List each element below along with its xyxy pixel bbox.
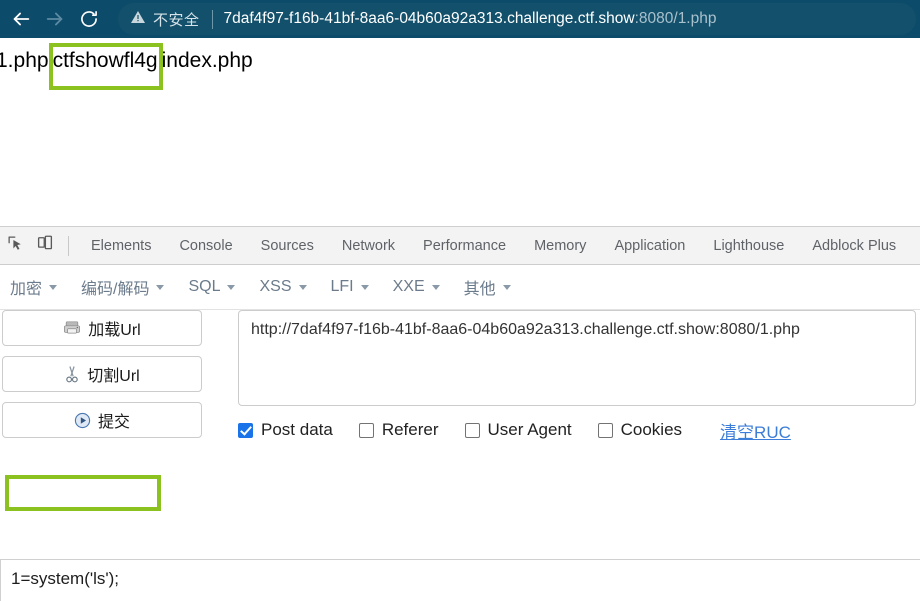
devtools-panel: Elements Console Sources Network Perform… [0, 226, 920, 601]
clear-ruc-link[interactable]: 清空RUC [720, 418, 791, 443]
tab-elements[interactable]: Elements [77, 227, 165, 264]
load-url-label: 加载Url [88, 322, 141, 339]
menu-other-label: 其他 [463, 281, 496, 298]
page-viewport: 1.php ctfshowfl4g index.php [0, 38, 920, 226]
checkbox-user-agent[interactable]: User Agent [464, 420, 572, 440]
checkbox-cookies-box[interactable] [597, 422, 613, 438]
security-status-text: 不安全 [153, 11, 200, 29]
output-part-1: 1.php [0, 49, 49, 72]
extension-tool-panel: 加载Url 切割Url 提交 http://7daf4f97-f16b-41bf… [0, 310, 920, 601]
checkbox-post-data-label: Post data [261, 420, 333, 439]
menu-other[interactable]: 其他 [464, 275, 511, 299]
chevron-down-icon [360, 284, 369, 290]
split-url-label: 切割Url [87, 368, 140, 385]
warning-triangle-icon [130, 9, 146, 30]
arrow-right-icon [44, 8, 66, 30]
reload-icon [79, 9, 99, 29]
menu-sql[interactable]: SQL [188, 278, 236, 296]
tab-console[interactable]: Console [165, 227, 246, 264]
security-status-chip[interactable]: 不安全 [118, 9, 200, 30]
checkbox-user-agent-box[interactable] [464, 422, 480, 438]
post-data-input[interactable]: 1=system('ls'); [0, 559, 920, 601]
action-button-column: 加载Url 切割Url 提交 [2, 310, 202, 448]
tab-lighthouse[interactable]: Lighthouse [699, 227, 798, 264]
menu-encrypt-label: 加密 [10, 281, 43, 298]
chevron-down-icon [298, 284, 307, 290]
inspect-element-icon [7, 235, 24, 257]
split-url-button[interactable]: 切割Url [2, 356, 202, 392]
device-toolbar-icon [36, 234, 54, 257]
menu-encode-decode[interactable]: 编码/解码 [81, 275, 165, 299]
menu-lfi-label: LFI [330, 278, 354, 295]
devtools-toolbar-divider [68, 235, 69, 256]
menu-xss[interactable]: XSS [259, 278, 307, 296]
checkbox-referer-box[interactable] [358, 422, 374, 438]
menu-lfi[interactable]: LFI [331, 278, 369, 296]
extension-menu-bar: 加密 编码/解码 SQL XSS LFI XXE 其他 [0, 265, 920, 310]
url-host: 7daf4f97-f16b-41bf-8aa6-04b60a92a313.cha… [223, 10, 635, 27]
checkbox-cookies-label: Cookies [620, 420, 683, 439]
url-path: :8080/1.php [634, 10, 717, 27]
tab-sources[interactable]: Sources [247, 227, 328, 264]
checkbox-post-data[interactable]: Post data [238, 420, 333, 440]
menu-xxe[interactable]: XXE [393, 278, 440, 296]
submit-button[interactable]: 提交 [2, 402, 202, 438]
load-url-icon [63, 320, 81, 336]
chevron-down-icon [502, 284, 511, 290]
request-options-row: Post data Referer User Agent Cookies 清空R… [238, 415, 916, 445]
back-button[interactable] [4, 0, 38, 38]
menu-xxe-label: XXE [392, 278, 425, 295]
tab-application[interactable]: Application [600, 227, 699, 264]
chevron-down-icon [431, 284, 440, 290]
device-toolbar-button[interactable] [30, 231, 60, 261]
checkbox-cookies[interactable]: Cookies [597, 420, 683, 440]
arrow-left-icon [10, 8, 32, 30]
menu-encrypt[interactable]: 加密 [10, 275, 58, 299]
tab-adblock-plus[interactable]: Adblock Plus [798, 227, 910, 264]
chevron-down-icon [49, 284, 58, 290]
play-circle-icon [74, 412, 91, 429]
reload-button[interactable] [72, 0, 106, 38]
url-input[interactable]: http://7daf4f97-f16b-41bf-8aa6-04b60a92a… [238, 310, 916, 406]
chevron-down-icon [227, 284, 236, 290]
address-bar[interactable]: 不安全 7daf4f97-f16b-41bf-8aa6-04b60a92a313… [118, 3, 916, 35]
scissors-icon [64, 365, 80, 383]
page-output-text: 1.php ctfshowfl4g index.php [0, 49, 255, 73]
checkbox-post-data-box[interactable] [238, 422, 253, 438]
submit-label: 提交 [97, 414, 130, 431]
output-part-3: index.php [161, 49, 253, 72]
omnibox-divider [211, 9, 213, 29]
load-url-button[interactable]: 加载Url [2, 310, 202, 346]
devtools-tabbar: Elements Console Sources Network Perform… [0, 227, 920, 265]
tab-network[interactable]: Network [328, 227, 409, 264]
menu-sql-label: SQL [188, 278, 221, 295]
checkbox-referer[interactable]: Referer [358, 420, 439, 440]
inspect-element-button[interactable] [0, 231, 30, 261]
url-text: 7daf4f97-f16b-41bf-8aa6-04b60a92a313.cha… [224, 10, 717, 28]
output-part-2: ctfshowfl4g [52, 49, 158, 72]
forward-button[interactable] [38, 0, 72, 38]
checkbox-user-agent-label: User Agent [487, 420, 572, 439]
checkbox-referer-label: Referer [381, 420, 439, 439]
tab-performance[interactable]: Performance [409, 227, 520, 264]
menu-xss-label: XSS [259, 278, 292, 295]
chevron-down-icon [156, 284, 165, 290]
menu-encode-decode-label: 编码/解码 [81, 281, 150, 298]
tab-memory[interactable]: Memory [520, 227, 600, 264]
browser-toolbar: 不安全 7daf4f97-f16b-41bf-8aa6-04b60a92a313… [0, 0, 920, 38]
